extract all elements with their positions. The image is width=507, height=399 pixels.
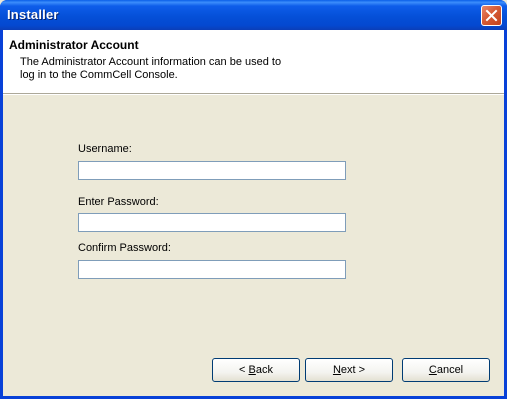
username-field[interactable] (78, 161, 346, 180)
username-label: Username: (78, 143, 132, 155)
enter-password-field[interactable] (78, 213, 346, 232)
window-title: Installer (7, 7, 59, 22)
page-title: Administrator Account (9, 38, 139, 52)
header-divider (3, 94, 504, 95)
cancel-button[interactable]: Cancel (402, 358, 490, 382)
confirm-password-label: Confirm Password: (78, 242, 171, 254)
back-button-accelerator: B (248, 364, 256, 376)
dialog-body: Administrator Account The Administrator … (3, 30, 504, 396)
back-button-prefix: < (239, 364, 249, 376)
header-panel: Administrator Account The Administrator … (3, 30, 504, 94)
close-icon (485, 9, 498, 22)
installer-window: Installer Administrator Account The Admi… (0, 0, 507, 399)
cancel-button-rest: ancel (436, 364, 464, 376)
next-button-rest: ext > (340, 364, 366, 376)
enter-password-label: Enter Password: (78, 196, 159, 208)
title-bar[interactable]: Installer (0, 0, 507, 30)
page-description-line-1: The Administrator Account information ca… (20, 56, 282, 68)
close-button[interactable] (481, 5, 502, 26)
back-button[interactable]: < Back (212, 358, 300, 382)
next-button[interactable]: Next > (305, 358, 393, 382)
cancel-button-accelerator: C (428, 364, 437, 376)
page-description-line-2: log in to the CommCell Console. (20, 69, 178, 81)
back-button-rest: ack (255, 364, 273, 376)
next-button-accelerator: N (332, 364, 341, 376)
page-description: The Administrator Account information ca… (20, 56, 320, 82)
confirm-password-field[interactable] (78, 260, 346, 279)
